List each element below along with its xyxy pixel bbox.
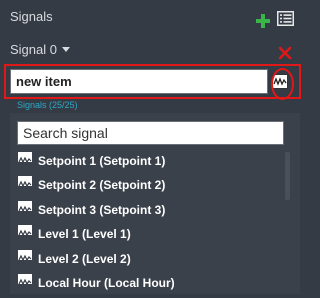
list-item[interactable]: Local Hour (Local Hour) xyxy=(18,273,175,298)
signal-name: Signal 0 xyxy=(10,42,57,57)
list-scrollbar[interactable] xyxy=(285,152,290,294)
waveform-icon xyxy=(18,152,32,164)
panel-title: Signals xyxy=(10,9,53,24)
waveform-icon xyxy=(18,176,32,188)
waveform-icon xyxy=(18,225,32,237)
signal-selector[interactable]: Signal 0 xyxy=(10,42,70,57)
list-item-label: Level 1 (Level 1) xyxy=(38,227,131,242)
icon-highlight-oval xyxy=(271,68,294,100)
plus-icon[interactable] xyxy=(256,14,270,28)
signal-list: Setpoint 1 (Setpoint 1) Setpoint 2 (Setp… xyxy=(18,152,175,298)
waveform-icon xyxy=(18,249,32,261)
list-icon[interactable] xyxy=(277,11,294,26)
list-item-label: Setpoint 3 (Setpoint 3) xyxy=(38,202,166,217)
caret-down-icon xyxy=(61,47,70,52)
item-name-input[interactable] xyxy=(10,69,268,94)
list-item-label: Level 2 (Level 2) xyxy=(38,251,131,266)
list-item[interactable]: Level 2 (Level 2) xyxy=(18,249,175,274)
signals-panel: Signals Signal 0 Signals (25/25) Setpoin… xyxy=(0,0,310,294)
waveform-icon xyxy=(18,200,32,213)
waveform-icon xyxy=(18,273,32,286)
close-icon[interactable] xyxy=(278,46,292,60)
list-item[interactable]: Setpoint 1 (Setpoint 1) xyxy=(18,152,175,176)
list-item-label: Setpoint 2 (Setpoint 2) xyxy=(38,178,166,193)
signals-count: Signals (25/25) xyxy=(17,100,78,110)
list-item-label: Local Hour (Local Hour) xyxy=(38,275,175,290)
list-item[interactable]: Setpoint 3 (Setpoint 3) xyxy=(18,200,175,225)
list-item-label: Setpoint 1 (Setpoint 1) xyxy=(38,154,166,168)
list-item[interactable]: Level 1 (Level 1) xyxy=(18,225,175,249)
list-item[interactable]: Setpoint 2 (Setpoint 2) xyxy=(18,176,175,200)
search-input[interactable] xyxy=(17,121,284,145)
scroll-thumb[interactable] xyxy=(285,152,290,200)
